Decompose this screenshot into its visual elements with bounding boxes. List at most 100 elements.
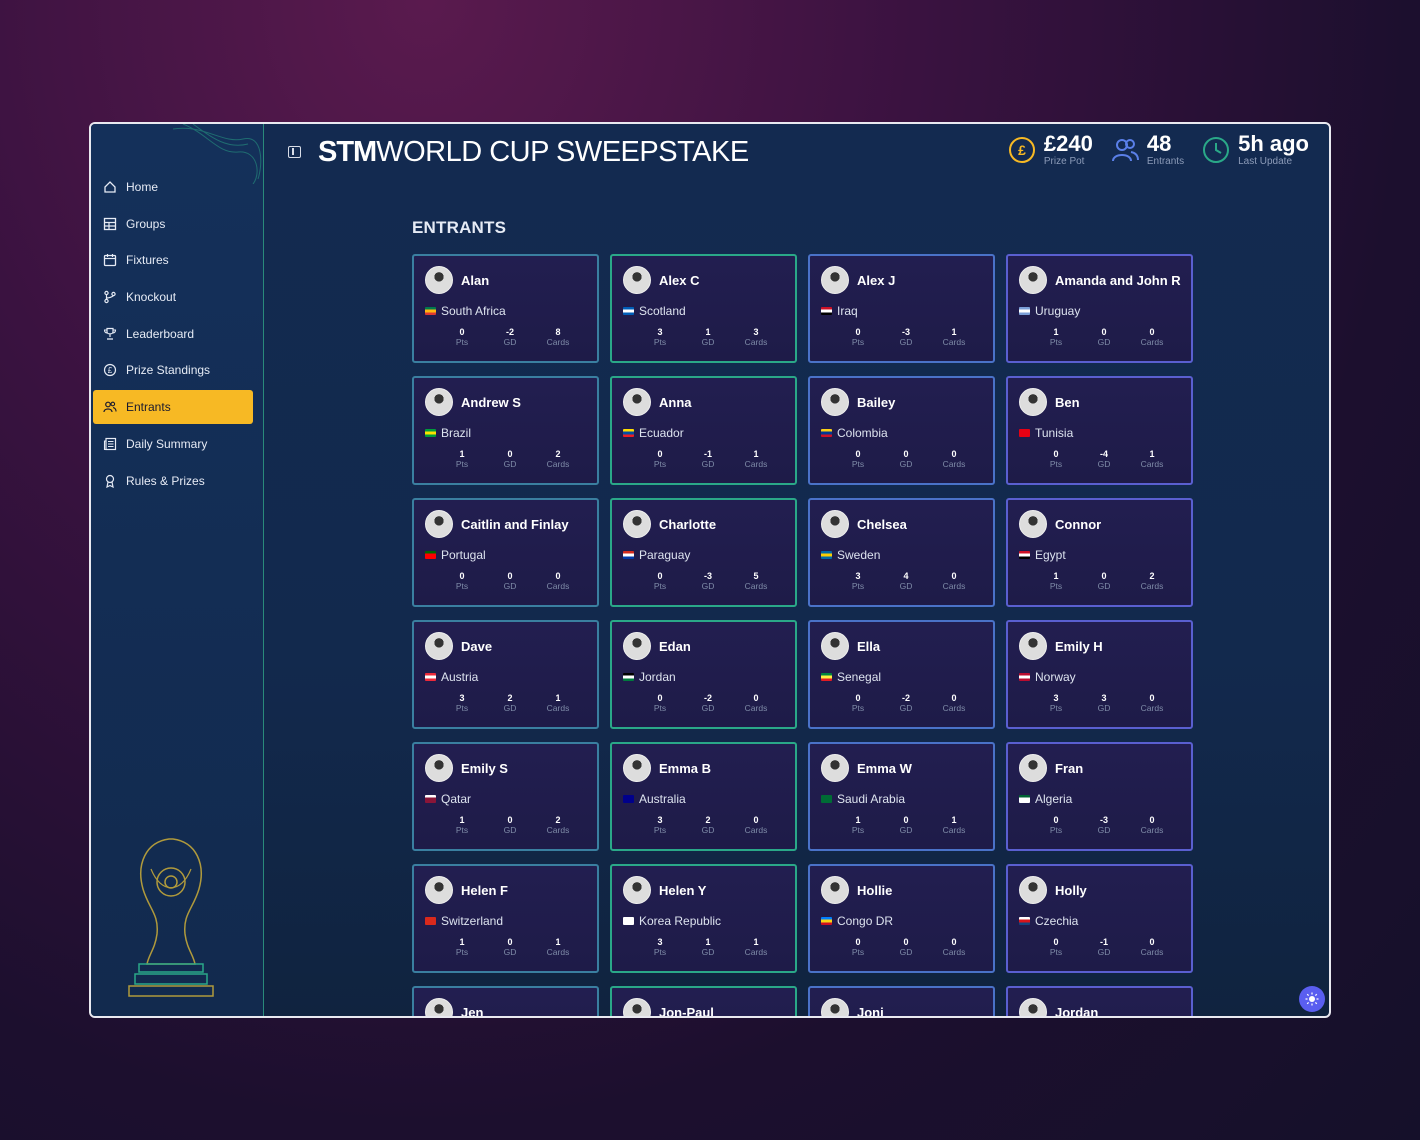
cards-value: 2 bbox=[555, 449, 561, 459]
avatar bbox=[821, 510, 849, 538]
sidebar-item-home[interactable]: Home bbox=[93, 170, 253, 204]
entrant-card[interactable]: Emily H Norway 3 Pts 3 GD 0 Cards bbox=[1006, 620, 1193, 729]
pts-value: 3 bbox=[657, 327, 663, 337]
sidebar-item-knockout[interactable]: Knockout bbox=[93, 280, 253, 314]
sidebar-item-leaderboard[interactable]: Leaderboard bbox=[93, 317, 253, 351]
entrant-country: Czechia bbox=[1019, 914, 1181, 928]
flag-icon bbox=[623, 551, 634, 559]
country-name: Tunisia bbox=[1035, 426, 1074, 440]
cards-metric: 0 Cards bbox=[1137, 937, 1167, 957]
pts-metric: 0 Pts bbox=[1041, 815, 1071, 835]
avatar bbox=[821, 754, 849, 782]
entrant-card[interactable]: Dave Austria 3 Pts 2 GD 1 Cards bbox=[412, 620, 599, 729]
gd-value: -3 bbox=[901, 327, 910, 337]
pts-value: 0 bbox=[1053, 937, 1059, 947]
pts-label: Pts bbox=[1049, 947, 1063, 957]
flag-icon bbox=[821, 307, 832, 315]
sidebar-item-prize-standings[interactable]: £ Prize Standings bbox=[93, 353, 253, 387]
entrant-card[interactable]: Andrew S Brazil 1 Pts 0 GD 2 Cards bbox=[412, 376, 599, 485]
entrant-header: Emily H bbox=[1019, 632, 1181, 660]
entrant-card[interactable]: Helen F Switzerland 1 Pts 0 GD 1 Cards bbox=[412, 864, 599, 973]
gd-metric: -3 GD bbox=[693, 571, 723, 591]
cards-value: 0 bbox=[1149, 693, 1155, 703]
entrant-card[interactable]: Joni bbox=[808, 986, 995, 1016]
entrant-country: Sweden bbox=[821, 548, 983, 562]
entrant-card[interactable]: Jen bbox=[412, 986, 599, 1016]
entrant-card[interactable]: Connor Egypt 1 Pts 0 GD 2 Cards bbox=[1006, 498, 1193, 607]
pound-icon: £ bbox=[103, 363, 117, 377]
entrant-metrics: 1 Pts 0 GD 2 Cards bbox=[425, 815, 587, 835]
header: STMWORLD CUP SWEEPSTAKE £ £240 Prize Pot bbox=[264, 124, 1329, 182]
entrant-header: Alex C bbox=[623, 266, 785, 294]
entrant-card[interactable]: Hollie Congo DR 0 Pts 0 GD 0 Cards bbox=[808, 864, 995, 973]
entrant-name: Helen F bbox=[461, 882, 508, 898]
brand-bold: STM bbox=[318, 136, 377, 168]
pts-value: 0 bbox=[1053, 815, 1059, 825]
gd-label: GD bbox=[503, 825, 517, 835]
cards-metric: 1 Cards bbox=[939, 327, 969, 347]
pts-value: 1 bbox=[459, 815, 465, 825]
entrant-card[interactable]: Charlotte Paraguay 0 Pts -3 GD 5 Cards bbox=[610, 498, 797, 607]
entrant-metrics: 0 Pts -2 GD 0 Cards bbox=[821, 693, 983, 713]
entrant-name: Chelsea bbox=[857, 516, 907, 532]
avatar bbox=[821, 388, 849, 416]
gd-metric: -2 GD bbox=[693, 693, 723, 713]
entrant-card[interactable]: Helen Y Korea Republic 3 Pts 1 GD 1 Cards bbox=[610, 864, 797, 973]
cards-value: 0 bbox=[555, 571, 561, 581]
entrant-card[interactable]: Amanda and John R Uruguay 1 Pts 0 GD 0 Cards bbox=[1006, 254, 1193, 363]
entrant-card[interactable]: Ben Tunisia 0 Pts -4 GD 1 Cards bbox=[1006, 376, 1193, 485]
pts-label: Pts bbox=[1049, 337, 1063, 347]
sidebar-nav: Home Groups Fixtures Knockout Leaderboard £ Pr… bbox=[91, 170, 263, 500]
gd-label: GD bbox=[899, 337, 913, 347]
cards-value: 1 bbox=[555, 937, 561, 947]
entrant-card[interactable]: Alex J Iraq 0 Pts -3 GD 1 Cards bbox=[808, 254, 995, 363]
entrant-card[interactable]: Emma W Saudi Arabia 1 Pts 0 GD 1 Cards bbox=[808, 742, 995, 851]
entrant-card[interactable]: Caitlin and Finlay Portugal 0 Pts 0 GD 0 Cards bbox=[412, 498, 599, 607]
entrant-card[interactable]: Bailey Colombia 0 Pts 0 GD 0 Cards bbox=[808, 376, 995, 485]
sidebar-toggle-icon[interactable] bbox=[288, 146, 301, 158]
cards-metric: 1 Cards bbox=[741, 449, 771, 469]
entrant-card[interactable]: Ella Senegal 0 Pts -2 GD 0 Cards bbox=[808, 620, 995, 729]
entrant-card[interactable]: Anna Ecuador 0 Pts -1 GD 1 Cards bbox=[610, 376, 797, 485]
pts-metric: 3 Pts bbox=[447, 693, 477, 713]
entrant-header: Ben bbox=[1019, 388, 1181, 416]
cards-metric: 0 Cards bbox=[543, 571, 573, 591]
sidebar-item-groups[interactable]: Groups bbox=[93, 207, 253, 241]
pts-metric: 1 Pts bbox=[447, 815, 477, 835]
pts-label: Pts bbox=[653, 947, 667, 957]
entrant-card[interactable]: Emma B Australia 3 Pts 2 GD 0 Cards bbox=[610, 742, 797, 851]
sidebar-item-fixtures[interactable]: Fixtures bbox=[93, 243, 253, 277]
entrant-card[interactable]: Edan Jordan 0 Pts -2 GD 0 Cards bbox=[610, 620, 797, 729]
gd-metric: 0 GD bbox=[1089, 571, 1119, 591]
sidebar-item-entrants[interactable]: Entrants bbox=[93, 390, 253, 425]
entrant-card[interactable]: Jordan bbox=[1006, 986, 1193, 1016]
entrant-card[interactable]: Holly Czechia 0 Pts -1 GD 0 Cards bbox=[1006, 864, 1193, 973]
entrant-card[interactable]: Jon-Paul bbox=[610, 986, 797, 1016]
pts-metric: 0 Pts bbox=[1041, 449, 1071, 469]
pts-metric: 3 Pts bbox=[645, 815, 675, 835]
gd-label: GD bbox=[899, 459, 913, 469]
pts-metric: 1 Pts bbox=[447, 937, 477, 957]
sidebar-item-rules-prizes[interactable]: Rules & Prizes bbox=[93, 464, 253, 498]
gd-value: 1 bbox=[705, 937, 711, 947]
prize-pot-value: £240 bbox=[1043, 131, 1093, 156]
entrant-card[interactable]: Alan South Africa 0 Pts -2 GD 8 Cards bbox=[412, 254, 599, 363]
pts-value: 0 bbox=[459, 571, 465, 581]
pts-label: Pts bbox=[455, 581, 469, 591]
cards-value: 0 bbox=[951, 937, 957, 947]
entrant-card[interactable]: Chelsea Sweden 3 Pts 4 GD 0 Cards bbox=[808, 498, 995, 607]
theme-toggle-button[interactable] bbox=[1299, 986, 1325, 1012]
entrant-card[interactable]: Alex C Scotland 3 Pts 1 GD 3 Cards bbox=[610, 254, 797, 363]
sidebar-item-label: Groups bbox=[126, 216, 166, 231]
entrant-card[interactable]: Emily S Qatar 1 Pts 0 GD 2 Cards bbox=[412, 742, 599, 851]
gd-metric: 2 GD bbox=[693, 815, 723, 835]
pts-metric: 0 Pts bbox=[645, 449, 675, 469]
sidebar-item-daily-summary[interactable]: Daily Summary bbox=[93, 427, 253, 461]
entrant-metrics: 1 Pts 0 GD 0 Cards bbox=[1019, 327, 1181, 347]
entrant-metrics: 3 Pts 3 GD 0 Cards bbox=[1019, 693, 1181, 713]
entrant-card[interactable]: Fran Algeria 0 Pts -3 GD 0 Cards bbox=[1006, 742, 1193, 851]
gd-metric: 2 GD bbox=[495, 693, 525, 713]
avatar bbox=[425, 632, 453, 660]
pts-metric: 0 Pts bbox=[645, 571, 675, 591]
pts-metric: 3 Pts bbox=[1041, 693, 1071, 713]
